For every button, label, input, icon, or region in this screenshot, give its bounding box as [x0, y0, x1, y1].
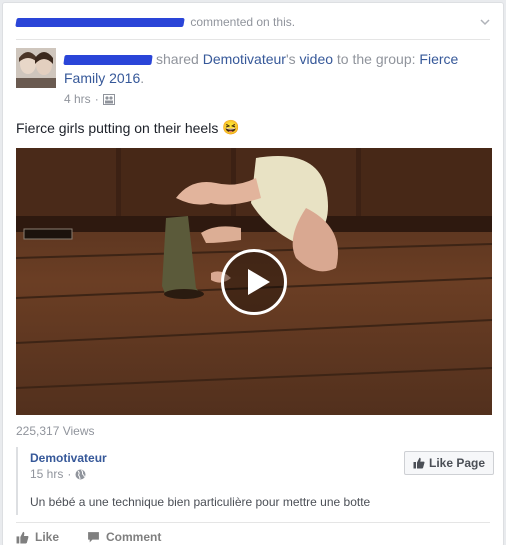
possessive: 's [285, 51, 296, 67]
post-message-text: Fierce girls putting on their heels [16, 119, 219, 136]
actions-divider [16, 522, 490, 523]
embed-description: Un bébé a une technique bien particulièr… [30, 495, 371, 509]
like-page-label: Like Page [428, 456, 486, 470]
play-icon[interactable] [221, 249, 287, 315]
meta-dot: · [94, 92, 99, 106]
embed-meta: 15 hrs · [30, 467, 86, 481]
shared-text: shared [156, 51, 199, 67]
post-header: shared Demotivateur's video to the group… [63, 50, 484, 88]
avatar[interactable] [16, 48, 56, 88]
embed-timestamp[interactable]: 15 hrs [30, 467, 63, 481]
like-button[interactable]: Like [16, 530, 59, 544]
comment-button[interactable]: Comment [87, 530, 161, 544]
laughing-emoji: 😆 [222, 119, 240, 135]
thumbs-up-icon [16, 531, 29, 543]
group-privacy-icon [102, 93, 115, 105]
post-message: Fierce girls putting on their heels 😆 [16, 119, 240, 136]
feed-story-card: commented on this. shared Demotivateur's… [2, 2, 504, 545]
activity-text: commented on this. [190, 15, 296, 29]
comment-label: Comment [106, 530, 162, 544]
globe-icon [75, 469, 86, 479]
comment-icon [88, 531, 99, 542]
embed-page-name[interactable]: Demotivateur [30, 451, 107, 465]
header-divider [16, 39, 490, 40]
like-label: Like [35, 530, 60, 544]
redacted-name [15, 18, 185, 28]
action-bar: Like Comment [16, 530, 161, 544]
chevron-down-icon[interactable] [478, 15, 492, 29]
redacted-name [63, 55, 153, 66]
period: . [140, 70, 145, 86]
video-link[interactable]: video [300, 51, 333, 67]
embedded-page-attachment: Demotivateur 15 hrs · Like Page Un bébé … [16, 447, 494, 515]
thumbs-up-icon [413, 457, 425, 469]
to-group-text: to the group: [336, 51, 416, 67]
video-player[interactable] [16, 148, 492, 415]
activity-header: commented on this. [15, 11, 494, 33]
post-meta: 4 hrs · [64, 92, 115, 106]
view-count: 225,317 Views [16, 424, 95, 438]
post-timestamp[interactable]: 4 hrs [64, 92, 91, 106]
page-link[interactable]: Demotivateur [203, 51, 286, 67]
embed-dot: · [67, 467, 72, 481]
like-page-button[interactable]: Like Page [404, 451, 494, 475]
